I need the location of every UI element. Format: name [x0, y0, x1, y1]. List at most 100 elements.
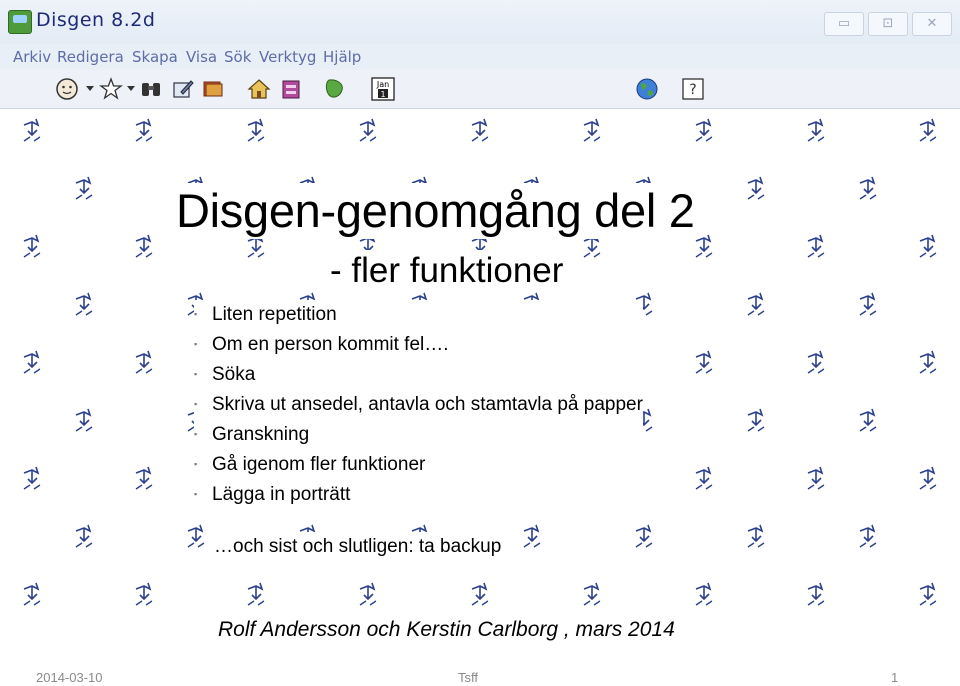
tree-glyph-icon [359, 582, 377, 606]
bullet-mark-icon: ▪ [194, 399, 198, 409]
map-icon[interactable] [322, 76, 348, 102]
bullet-text: Liten repetition [212, 304, 337, 325]
help-glyph: ? [689, 82, 696, 98]
bullet-item: ▪ Granskning [194, 420, 643, 450]
tree-glyph-icon [807, 466, 825, 490]
authors-line: Rolf Andersson och Kerstin Carlborg , ma… [214, 615, 679, 645]
tree-glyph-icon [583, 582, 601, 606]
tree-glyph-icon [747, 524, 765, 548]
tree-glyph-icon [919, 582, 937, 606]
tree-glyph-icon [747, 408, 765, 432]
house-icon[interactable] [246, 76, 272, 102]
tree-glyph-icon [695, 118, 713, 142]
bullet-mark-icon: ▪ [194, 489, 198, 499]
bullet-text: Lägga in porträtt [212, 484, 351, 505]
app-icon [8, 10, 32, 34]
menu-arkiv[interactable]: Arkiv [13, 48, 51, 66]
help-icon[interactable]: ? [680, 76, 706, 102]
footer-page-number: 1 [891, 670, 899, 685]
archive-icon[interactable] [278, 76, 304, 102]
menu-skapa[interactable]: Skapa [132, 48, 178, 66]
bullet-item: ▪ Lägga in porträtt [194, 480, 643, 510]
tree-glyph-icon [807, 350, 825, 374]
tree-glyph-icon [23, 234, 41, 258]
minimize-button[interactable]: ▭ [824, 12, 864, 36]
tree-glyph-icon [471, 118, 489, 142]
slide-subtitle: - fler funktioner [326, 250, 568, 292]
binoculars-icon[interactable] [138, 76, 164, 102]
tree-glyph-icon [919, 118, 937, 142]
calendar-icon[interactable]: Jan 1 [370, 76, 396, 102]
menu-verktyg[interactable]: Verktyg [259, 48, 316, 66]
tree-glyph-icon [187, 524, 205, 548]
tree-glyph-icon [75, 292, 93, 316]
bullet-item: ▪ Gå igenom fler funktioner [194, 450, 643, 480]
calendar-month: Jan [376, 80, 389, 89]
bullet-text: Granskning [212, 424, 310, 445]
tree-glyph-icon [695, 350, 713, 374]
tree-glyph-icon [859, 176, 877, 200]
tree-glyph-icon [747, 292, 765, 316]
bullet-mark-icon: ▪ [194, 459, 198, 469]
person-icon[interactable] [54, 76, 80, 102]
edit-icon[interactable] [170, 76, 196, 102]
menu-redigera[interactable]: Redigera [57, 48, 124, 66]
bullet-text: Söka [212, 364, 256, 385]
star-person-icon[interactable] [98, 76, 124, 102]
tree-glyph-icon [523, 524, 541, 548]
tree-glyph-icon [919, 466, 937, 490]
tree-glyph-icon [23, 466, 41, 490]
tree-glyph-icon [135, 466, 153, 490]
tree-glyph-icon [23, 582, 41, 606]
title-bar: Disgen 8.2d ▭ ⊡ ✕ [0, 0, 960, 44]
tree-glyph-icon [859, 408, 877, 432]
bullet-text: Gå igenom fler funktioner [212, 454, 426, 475]
maximize-button[interactable]: ⊡ [868, 12, 908, 36]
menu-visa[interactable]: Visa [186, 48, 217, 66]
tree-glyph-icon [747, 176, 765, 200]
tree-glyph-icon [635, 524, 653, 548]
bullet-item: ▪ Söka [194, 360, 643, 390]
bullet-item: ▪ Liten repetition [194, 300, 643, 330]
slide-title: Disgen-genomgång del 2 [172, 183, 699, 239]
bullet-list: ▪ Liten repetition ▪ Om en person kommit f… [194, 300, 643, 510]
star-dropdown-icon[interactable] [127, 86, 135, 91]
tree-glyph-icon [807, 234, 825, 258]
tree-glyph-icon [75, 524, 93, 548]
footer-date: 2014-03-10 [36, 670, 103, 685]
tree-glyph-icon [135, 234, 153, 258]
person-dropdown-icon[interactable] [86, 86, 94, 91]
tree-glyph-icon [359, 118, 377, 142]
bullet-item: ▪ Om en person kommit fel…. [194, 330, 643, 360]
bullet-mark-icon: ▪ [194, 369, 198, 379]
tree-glyph-icon [859, 292, 877, 316]
tree-glyph-icon [471, 582, 489, 606]
globe-icon[interactable] [634, 76, 660, 102]
tree-glyph-icon [807, 118, 825, 142]
tree-glyph-icon [247, 582, 265, 606]
tree-glyph-icon [859, 524, 877, 548]
tree-glyph-icon [75, 176, 93, 200]
tree-glyph-icon [919, 234, 937, 258]
menu-hjalp[interactable]: Hjälp [323, 48, 361, 66]
bullet-text: Om en person kommit fel…. [212, 334, 449, 355]
bullet-text: Skriva ut ansedel, antavla och stamtavla… [212, 394, 643, 415]
closing-line: …och sist och slutligen: ta backup [212, 532, 504, 562]
close-button[interactable]: ✕ [912, 12, 952, 36]
tree-glyph-icon [695, 466, 713, 490]
bullet-mark-icon: ▪ [194, 339, 198, 349]
book-icon[interactable] [200, 76, 226, 102]
tree-glyph-icon [919, 350, 937, 374]
menu-bar: Arkiv Redigera Skapa Visa Sök Verktyg Hj… [0, 44, 960, 70]
toolbar: Jan 1 ? [0, 70, 960, 109]
tree-glyph-icon [23, 118, 41, 142]
footer-center: Tsff [458, 670, 478, 685]
tree-glyph-icon [135, 118, 153, 142]
tree-glyph-icon [807, 582, 825, 606]
tree-glyph-icon [23, 350, 41, 374]
tree-glyph-icon [135, 582, 153, 606]
bullet-item: ▪ Skriva ut ansedel, antavla och stamtavl… [194, 390, 643, 420]
tree-glyph-icon [695, 582, 713, 606]
menu-sok[interactable]: Sök [224, 48, 251, 66]
bullet-mark-icon: ▪ [194, 309, 198, 319]
